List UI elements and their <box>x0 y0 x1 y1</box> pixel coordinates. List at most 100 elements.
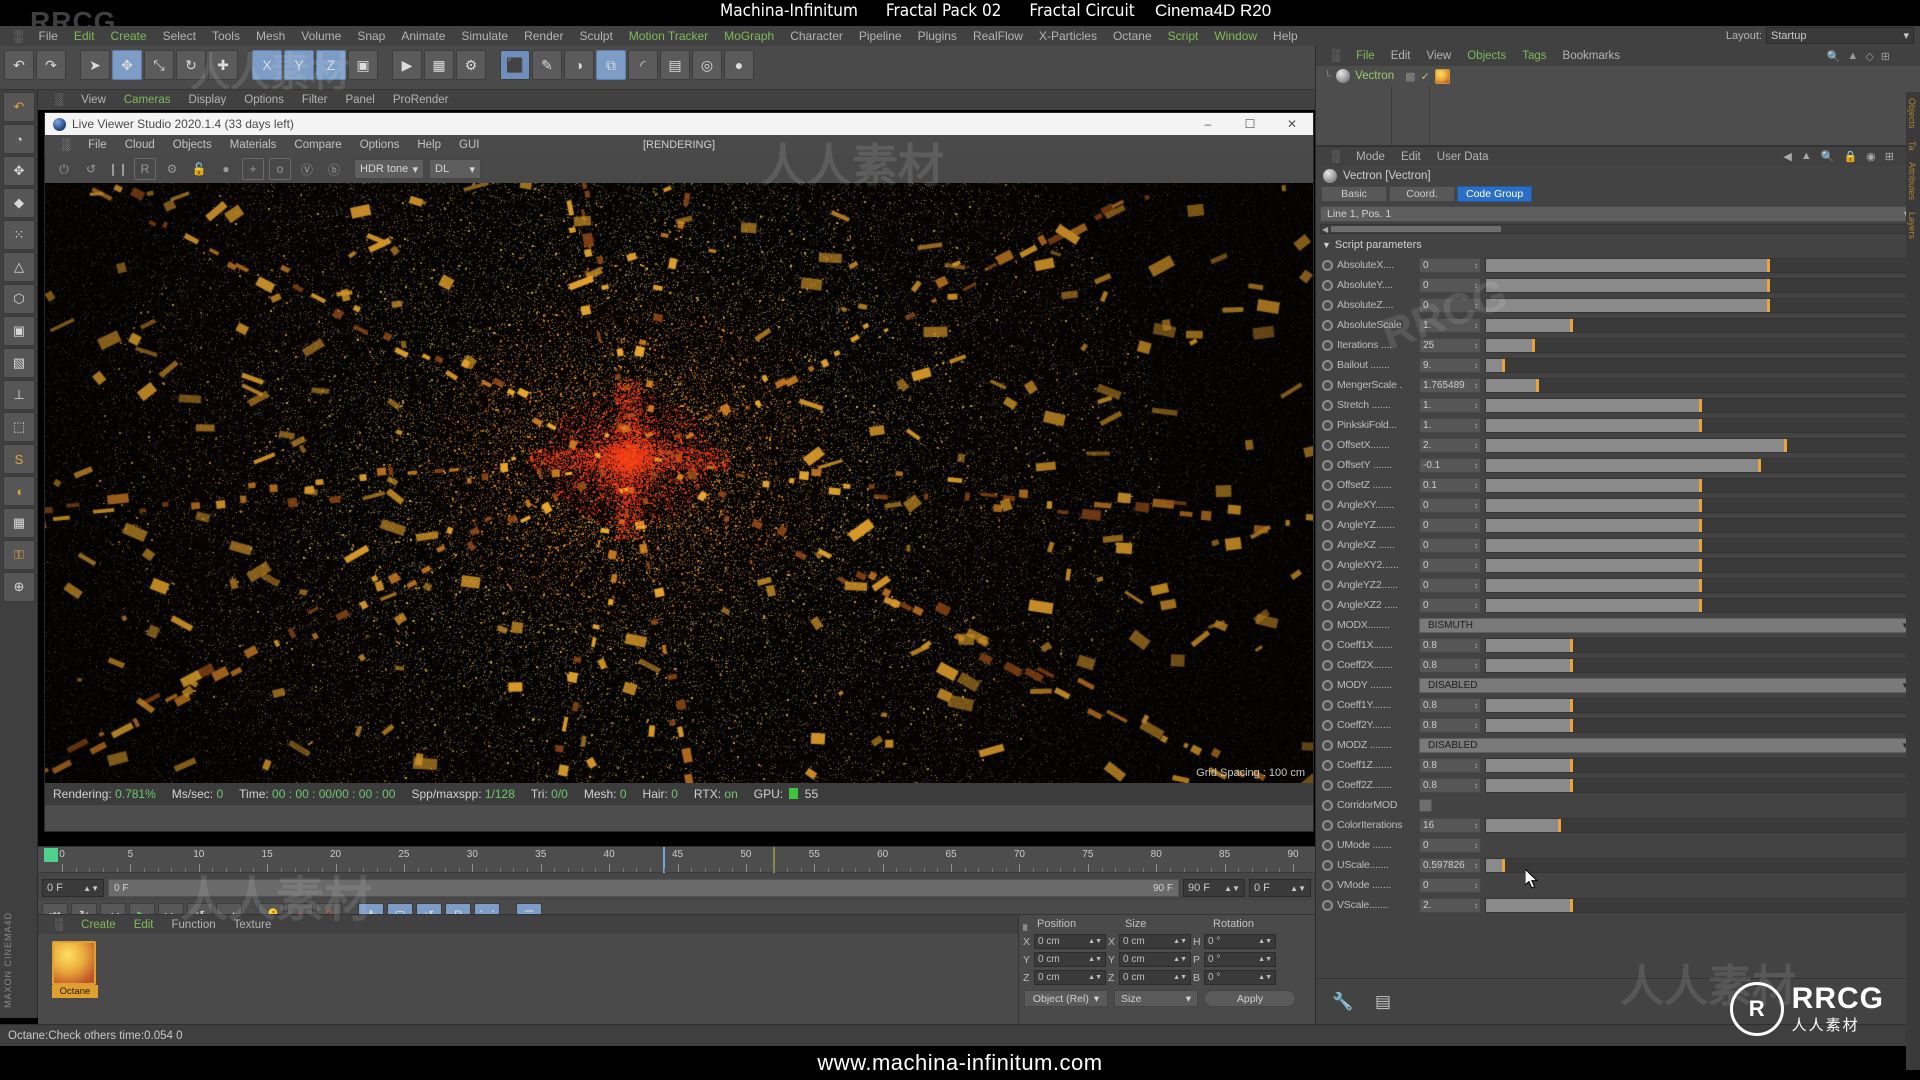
param-value-field-coeff2x[interactable]: 0.8↕ <box>1419 658 1481 673</box>
model-mode-icon[interactable]: ⬡ <box>3 284 35 314</box>
slider-knob[interactable] <box>1558 819 1561 832</box>
attribute-tabs[interactable]: BasicCoord.Code Group <box>1316 186 1920 203</box>
live-selection-icon[interactable]: ◔ <box>3 124 35 154</box>
param-value-field-absolutescale[interactable]: 1.↕ <box>1419 318 1481 333</box>
param-dropdown-modx[interactable]: BISMUTH▼ <box>1419 618 1914 633</box>
attribute-manager-menubar[interactable]: ◀ ▲ 🔍 🔒 ◉ ⊞ ░ModeEditUser Data <box>1316 146 1920 166</box>
spinner-icon[interactable]: ↕ <box>1474 762 1478 769</box>
lv-menu-item-options[interactable]: Options <box>351 139 409 151</box>
search-icon[interactable]: 🔍 <box>1827 50 1841 63</box>
param-animate-radio-icon[interactable] <box>1322 840 1333 851</box>
slider-knob[interactable] <box>1699 539 1702 552</box>
apply-button[interactable]: Apply <box>1204 990 1296 1007</box>
tag-icon[interactable]: ◇ <box>1865 50 1873 63</box>
timeline-start-marker[interactable] <box>44 848 58 862</box>
workplane-lock-icon[interactable]: ⊥ <box>3 380 35 410</box>
param-slider-bailout[interactable] <box>1485 358 1914 373</box>
menu-item-render[interactable]: Render <box>516 29 571 43</box>
minimize-button[interactable]: – <box>1187 113 1229 135</box>
param-row-coeff2y[interactable]: Coeff2Y.......0.8↕ <box>1316 715 1920 735</box>
menu-item-mesh[interactable]: Mesh <box>248 29 293 43</box>
size-z-field[interactable]: 0 cm▲▼ <box>1119 970 1191 985</box>
object-tree[interactable]: └ Vectron ▩ ✓ <box>1316 66 1920 146</box>
spinner-icon[interactable]: ↕ <box>1474 422 1478 429</box>
param-value-field-coeff2z[interactable]: 0.8↕ <box>1419 778 1481 793</box>
param-slider-iterations[interactable] <box>1485 338 1914 353</box>
param-animate-radio-icon[interactable] <box>1322 780 1333 791</box>
param-value-field-mengerscale[interactable]: 1.765489↕ <box>1419 378 1481 393</box>
select-tool-icon[interactable]: ➤ <box>80 50 110 80</box>
spinner-icon[interactable]: ▲▼ <box>1088 974 1102 981</box>
param-animate-radio-icon[interactable] <box>1322 460 1333 471</box>
param-row-stretch[interactable]: Stretch .......1.↕ <box>1316 395 1920 415</box>
menu-item-file[interactable]: File <box>31 29 66 43</box>
param-animate-radio-icon[interactable] <box>1322 380 1333 391</box>
menu-item-plugins[interactable]: Plugins <box>910 29 965 43</box>
spinner-icon[interactable]: ↕ <box>1474 782 1478 789</box>
lock-axis-icon[interactable]: ⚿ <box>3 540 35 570</box>
param-row-offsetz[interactable]: OffsetZ .......0.1↕ <box>1316 475 1920 495</box>
param-slider-anglexz2[interactable] <box>1485 598 1914 613</box>
size-mode-dropdown[interactable]: Size ▾ <box>1114 990 1198 1007</box>
param-animate-radio-icon[interactable] <box>1322 880 1333 891</box>
slider-knob[interactable] <box>1699 579 1702 592</box>
spinner-icon[interactable]: ↕ <box>1474 882 1478 889</box>
menu-item-mograph[interactable]: MoGraph <box>716 29 782 43</box>
lv-menu-item-objects[interactable]: Objects <box>164 139 221 151</box>
lv-menu-item-help[interactable]: Help <box>408 139 450 151</box>
spinner-icon[interactable]: ▲▼ <box>1224 884 1240 893</box>
right-vertical-tabs[interactable]: ObjectsTaAttributesLayers <box>1906 92 1920 1070</box>
layout-selector-group[interactable]: Layout: Startup ▾ <box>1726 27 1914 44</box>
position-y-field[interactable]: 0 cm▲▼ <box>1034 952 1106 967</box>
rotate-tool-icon[interactable]: ↻ <box>176 50 206 80</box>
param-row-absolutez[interactable]: AbsoluteZ....0↕ <box>1316 295 1920 315</box>
param-value-field-uscale[interactable]: 0.597826↕ <box>1419 858 1481 873</box>
live-viewer-menubar[interactable]: ░FileCloudObjectsMaterialsCompareOptions… <box>45 135 1313 155</box>
param-value-field-bailout[interactable]: 9.↕ <box>1419 358 1481 373</box>
spinner-icon[interactable]: ▲▼ <box>1258 938 1272 945</box>
size-y-field[interactable]: 0 cm▲▼ <box>1119 952 1191 967</box>
param-slider-offsetz[interactable] <box>1485 478 1914 493</box>
node-graph-icon[interactable]: ▤ <box>1370 989 1396 1015</box>
param-row-coeff1y[interactable]: Coeff1Y.......0.8↕ <box>1316 695 1920 715</box>
param-value-field-vscale[interactable]: 2.↕ <box>1419 898 1481 913</box>
param-slider-absolutex[interactable] <box>1485 258 1914 273</box>
vertical-tab-layers[interactable]: Layers <box>1906 206 1918 245</box>
menu-item-pipeline[interactable]: Pipeline <box>851 29 910 43</box>
spinner-icon[interactable]: ↕ <box>1474 862 1478 869</box>
slider-knob[interactable] <box>1570 319 1573 332</box>
spinner-icon[interactable]: ▲▼ <box>1173 938 1187 945</box>
search-icon[interactable]: 🔍 <box>1821 150 1835 163</box>
param-slider-coeff1x[interactable] <box>1485 638 1914 653</box>
render-pause-icon[interactable]: ❙❙ <box>107 158 129 180</box>
forward-arrow-icon[interactable]: ▲ <box>1801 150 1812 163</box>
param-value-field-anglexy[interactable]: 0↕ <box>1419 498 1481 513</box>
param-row-vmode[interactable]: VMode .......0↕ <box>1316 875 1920 895</box>
menu-item-objects[interactable]: Objects <box>1459 50 1514 62</box>
menu-item-texture[interactable]: Texture <box>225 919 281 931</box>
slider-knob[interactable] <box>1699 399 1702 412</box>
param-value-field-anglexz2[interactable]: 0↕ <box>1419 598 1481 613</box>
param-slider-absolutey[interactable] <box>1485 278 1914 293</box>
param-dropdown-modz[interactable]: DISABLED▼ <box>1419 738 1914 753</box>
menu-item-character[interactable]: Character <box>782 29 851 43</box>
slider-knob[interactable] <box>1767 259 1770 272</box>
collapse-triangle-icon[interactable]: ▼ <box>1322 240 1331 250</box>
spinner-icon[interactable]: ▲▼ <box>1258 974 1272 981</box>
texture-mode-icon[interactable]: ▧ <box>3 348 35 378</box>
main-toolbar[interactable]: ↶↷➤✥⤡↻✚XYZ▣▶▦⚙⬛✎◑⧉◜▤◎● <box>0 46 1315 90</box>
param-animate-radio-icon[interactable] <box>1322 520 1333 531</box>
position-x-field[interactable]: 0 cm▲▼ <box>1034 934 1106 949</box>
param-value-field-stretch[interactable]: 1.↕ <box>1419 398 1481 413</box>
material-tag-icon[interactable] <box>1435 69 1450 84</box>
param-slider-stretch[interactable] <box>1485 398 1914 413</box>
param-animate-radio-icon[interactable] <box>1322 640 1333 651</box>
spinner-icon[interactable]: ↕ <box>1474 302 1478 309</box>
slider-knob[interactable] <box>1758 459 1761 472</box>
param-row-anglexy[interactable]: AngleXY.......0↕ <box>1316 495 1920 515</box>
param-slider-uscale[interactable] <box>1485 858 1914 873</box>
array-icon[interactable]: ⧉ <box>596 50 626 80</box>
param-animate-radio-icon[interactable] <box>1322 760 1333 771</box>
scene-floor-icon[interactable]: ▤ <box>660 50 690 80</box>
param-value-field-coeff1y[interactable]: 0.8↕ <box>1419 698 1481 713</box>
